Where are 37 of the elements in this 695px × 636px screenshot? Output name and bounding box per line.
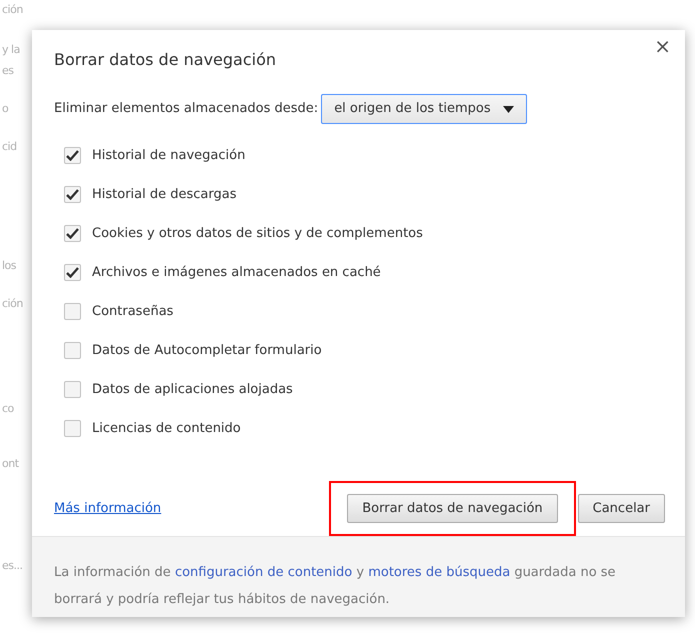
checkbox-label: Archivos e imágenes almacenados en caché <box>92 264 381 282</box>
checkbox-label: Historial de descargas <box>92 186 237 204</box>
dialog-button[interactable]: Borrar datos de navegación <box>347 494 558 523</box>
checkbox-label: Cookies y otros datos de sitios y de complementos <box>92 224 423 243</box>
checkbox[interactable] <box>64 303 81 320</box>
range-dropdown[interactable]: el origen de los tiempos <box>321 94 527 124</box>
checkbox[interactable] <box>64 420 81 437</box>
dialog-button[interactable]: Cancelar <box>578 494 665 523</box>
dialog-title: Borrar datos de navegación <box>54 49 278 71</box>
footer-link[interactable]: motores de búsqueda <box>368 565 510 580</box>
close-button[interactable]: × <box>654 36 671 56</box>
background-text: o <box>2 101 8 117</box>
background-text: ción <box>2 296 23 312</box>
background-text: co <box>2 401 14 417</box>
background-text: cid <box>2 139 17 155</box>
footer-note: La información de configuración de contenido y motores de búsqueda guardada no se borrará y podría reflejar tus hábitos de navegación. <box>54 564 617 609</box>
footer-link[interactable]: configuración de contenido <box>174 565 352 580</box>
background-text: es... <box>2 558 22 574</box>
checkbox-label: Datos de aplicaciones alojadas <box>92 380 293 399</box>
background-text: ción <box>2 2 23 18</box>
background-text: y la <box>2 42 20 58</box>
background-text: ont <box>2 456 19 472</box>
checkbox-label: Licencias de contenido <box>92 420 241 438</box>
range-label: Eliminar elementos almacenados desde: <box>54 100 318 118</box>
checkbox[interactable] <box>64 225 81 242</box>
checkbox[interactable] <box>64 147 81 164</box>
checkbox[interactable] <box>64 264 81 281</box>
checkbox[interactable] <box>64 381 81 398</box>
checkbox-label: Contraseñas <box>92 302 174 321</box>
background-text: los <box>2 258 16 274</box>
checkbox[interactable] <box>64 186 81 203</box>
caret-icon <box>502 106 514 112</box>
more-info-link[interactable]: Más información <box>54 498 162 518</box>
checkbox[interactable] <box>64 342 81 359</box>
background-text: es <box>2 63 14 79</box>
checkbox-label: Datos de Autocompletar formulario <box>92 342 322 360</box>
checkbox-label: Historial de navegación <box>92 146 246 165</box>
